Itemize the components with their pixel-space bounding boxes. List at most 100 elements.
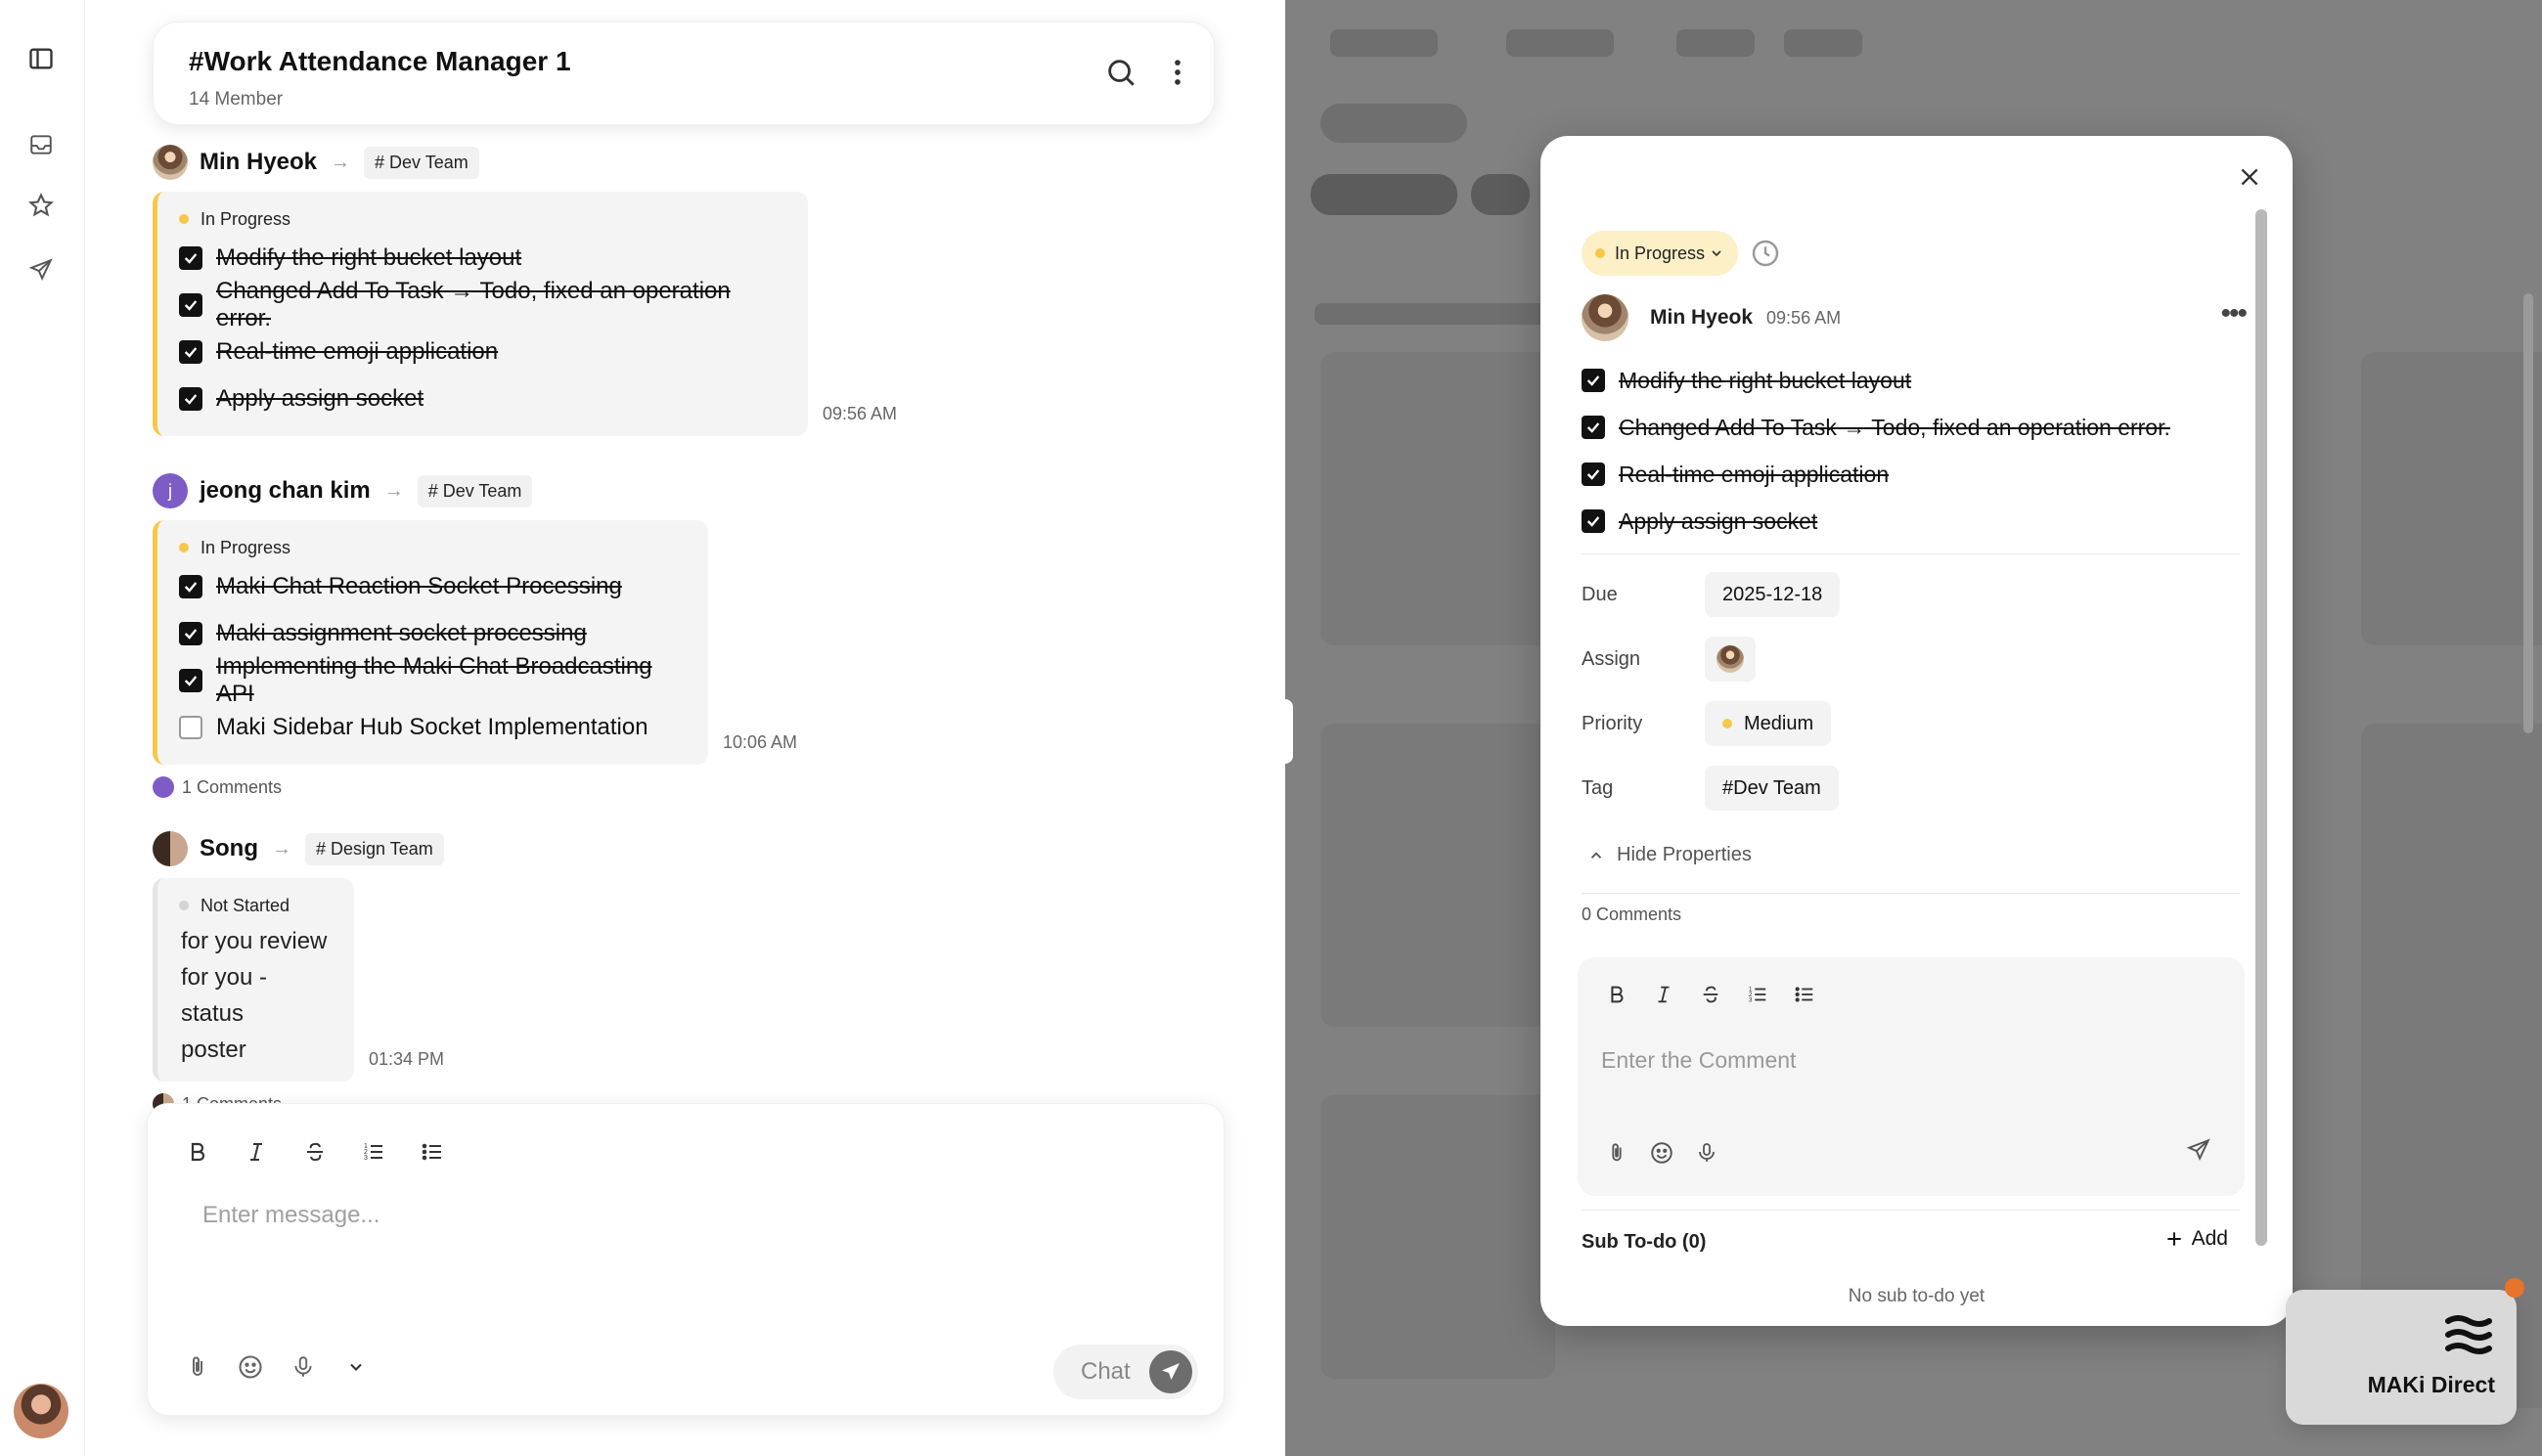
todo-card[interactable]: In Progress Modify the right bucket layo… (153, 192, 897, 436)
todo-item[interactable]: Changed Add To Task → Todo, fixed an ope… (1582, 404, 2170, 451)
checkbox[interactable] (1582, 416, 1605, 439)
team-tag[interactable]: # Dev Team (364, 146, 479, 179)
more-vertical-icon[interactable] (1161, 56, 1200, 95)
send-icon[interactable] (22, 250, 61, 289)
chevron-down-icon[interactable] (339, 1350, 373, 1384)
avatar[interactable] (153, 831, 188, 866)
microphone-icon[interactable] (287, 1350, 320, 1384)
todo-card[interactable]: In Progress Maki Chat Reaction Socket Pr… (153, 520, 797, 765)
ordered-list-icon[interactable]: 123 (1742, 979, 1773, 1010)
italic-icon[interactable] (240, 1135, 273, 1169)
author-name[interactable]: Min Hyeok (200, 149, 317, 176)
todo-item[interactable]: Modify the right bucket layout (179, 235, 790, 282)
checkbox[interactable] (179, 387, 202, 411)
strikethrough-icon[interactable] (298, 1135, 332, 1169)
add-sub-todo-button[interactable]: Add (2164, 1227, 2228, 1251)
author-name[interactable]: jeong chan kim (200, 477, 371, 505)
avatar[interactable] (1582, 294, 1628, 341)
checkbox[interactable] (179, 669, 202, 692)
todo-item[interactable]: Real-time emoji application (1582, 451, 2170, 498)
priority-value[interactable]: Medium (1705, 701, 1832, 746)
bullet-list-icon[interactable] (416, 1135, 449, 1169)
send-icon[interactable] (2186, 1137, 2217, 1169)
todo-item[interactable]: Real-time emoji application (179, 329, 790, 375)
checkbox[interactable] (179, 716, 202, 739)
bold-icon[interactable] (181, 1135, 214, 1169)
message-text: for you review for you - status poster (181, 928, 328, 1063)
todo-item[interactable]: Implementing the Maki Chat Broadcasting … (179, 653, 691, 707)
due-property: Due 2025-12-18 (1582, 570, 1841, 619)
svg-text:3: 3 (364, 1155, 368, 1162)
comment-count[interactable]: 1 Comments (153, 771, 708, 804)
modal-scrollbar[interactable] (2255, 209, 2267, 1246)
avatar (153, 776, 174, 798)
bold-icon[interactable] (1601, 979, 1632, 1010)
checkbox[interactable] (1582, 463, 1605, 486)
comment-composer[interactable]: 123 Enter the Comment (1578, 957, 2245, 1196)
emoji-icon[interactable] (1646, 1137, 1677, 1169)
svg-text:3: 3 (1749, 996, 1753, 1003)
star-icon[interactable] (22, 186, 61, 225)
timestamp: 09:56 AM (823, 404, 898, 423)
panel-resize-handle[interactable] (1277, 699, 1293, 764)
divider (1582, 1210, 2240, 1211)
emoji-icon[interactable] (234, 1350, 267, 1384)
todo-item[interactable]: Apply assign socket (179, 375, 790, 422)
avatar[interactable]: j (153, 473, 188, 508)
bullet-list-icon[interactable] (1789, 979, 1820, 1010)
left-rail (0, 0, 85, 1456)
assignee[interactable] (1705, 637, 1756, 682)
todo-card[interactable]: Not Started for you review for you - sta… (153, 878, 444, 1081)
search-icon[interactable] (1104, 56, 1143, 95)
status-label: Not Started (201, 895, 290, 915)
attachment-icon[interactable] (181, 1350, 214, 1384)
checkbox[interactable] (179, 340, 202, 364)
checkbox[interactable] (179, 246, 202, 270)
checkbox[interactable] (179, 622, 202, 645)
todo-item[interactable]: Changed Add To Task → Todo, fixed an ope… (179, 278, 790, 331)
more-horizontal-icon[interactable]: ••• (2220, 299, 2247, 329)
maki-direct-label: MAKi Direct (2367, 1372, 2495, 1397)
microphone-icon[interactable] (1691, 1137, 1722, 1169)
user-avatar[interactable] (14, 1384, 68, 1438)
inbox-icon[interactable] (22, 125, 61, 164)
todo-item[interactable]: Maki Chat Reaction Socket Processing (179, 563, 691, 610)
clock-icon[interactable] (1750, 238, 1781, 269)
comment-input[interactable]: Enter the Comment (1601, 1047, 1796, 1074)
format-toolbar: 123 (181, 1135, 449, 1169)
message-input[interactable]: Enter message... (202, 1202, 379, 1229)
status-dot (179, 214, 189, 224)
todo-item[interactable]: Modify the right bucket layout (1582, 357, 2170, 404)
chat-panel: #Work Attendance Manager 1 14 Member Min… (86, 0, 1285, 1456)
checkbox[interactable] (179, 575, 202, 598)
ordered-list-icon[interactable]: 123 (357, 1135, 390, 1169)
checkbox[interactable] (179, 293, 202, 317)
empty-sub-todo-text: No sub to-do yet (1848, 1286, 1985, 1306)
checkbox[interactable] (1582, 509, 1605, 533)
team-tag[interactable]: # Dev Team (417, 474, 533, 507)
italic-icon[interactable] (1648, 979, 1679, 1010)
arrow-right-icon: → (383, 479, 404, 502)
close-icon[interactable] (2230, 157, 2269, 197)
attachment-icon[interactable] (1601, 1137, 1632, 1169)
send-button[interactable]: Chat (1053, 1345, 1198, 1399)
sidebar-toggle-icon[interactable] (22, 39, 61, 78)
maki-direct-button[interactable]: MAKi Direct (2286, 1278, 2524, 1425)
task-todo-list: Modify the right bucket layout Changed A… (1582, 357, 2170, 545)
message-composer[interactable]: 123 Enter message... Chat (147, 1103, 1225, 1416)
status-dropdown[interactable]: In Progress (1582, 231, 1739, 276)
status-dot (179, 901, 189, 910)
channel-header: #Work Attendance Manager 1 14 Member (153, 22, 1215, 125)
timestamp: 01:34 PM (369, 1049, 445, 1069)
avatar[interactable] (153, 145, 188, 180)
todo-item[interactable]: Maki assignment socket processing (179, 610, 691, 657)
due-date[interactable]: 2025-12-18 (1705, 572, 1841, 617)
checkbox[interactable] (1582, 369, 1605, 392)
author-name[interactable]: Song (200, 835, 258, 862)
todo-item[interactable]: Apply assign socket (1582, 498, 2170, 545)
team-tag[interactable]: # Design Team (305, 832, 444, 865)
tag-value[interactable]: #Dev Team (1705, 766, 1839, 811)
todo-item[interactable]: Maki Sidebar Hub Socket Implementation (179, 704, 691, 751)
hide-properties-toggle[interactable]: Hide Properties (1587, 844, 1752, 866)
strikethrough-icon[interactable] (1695, 979, 1726, 1010)
